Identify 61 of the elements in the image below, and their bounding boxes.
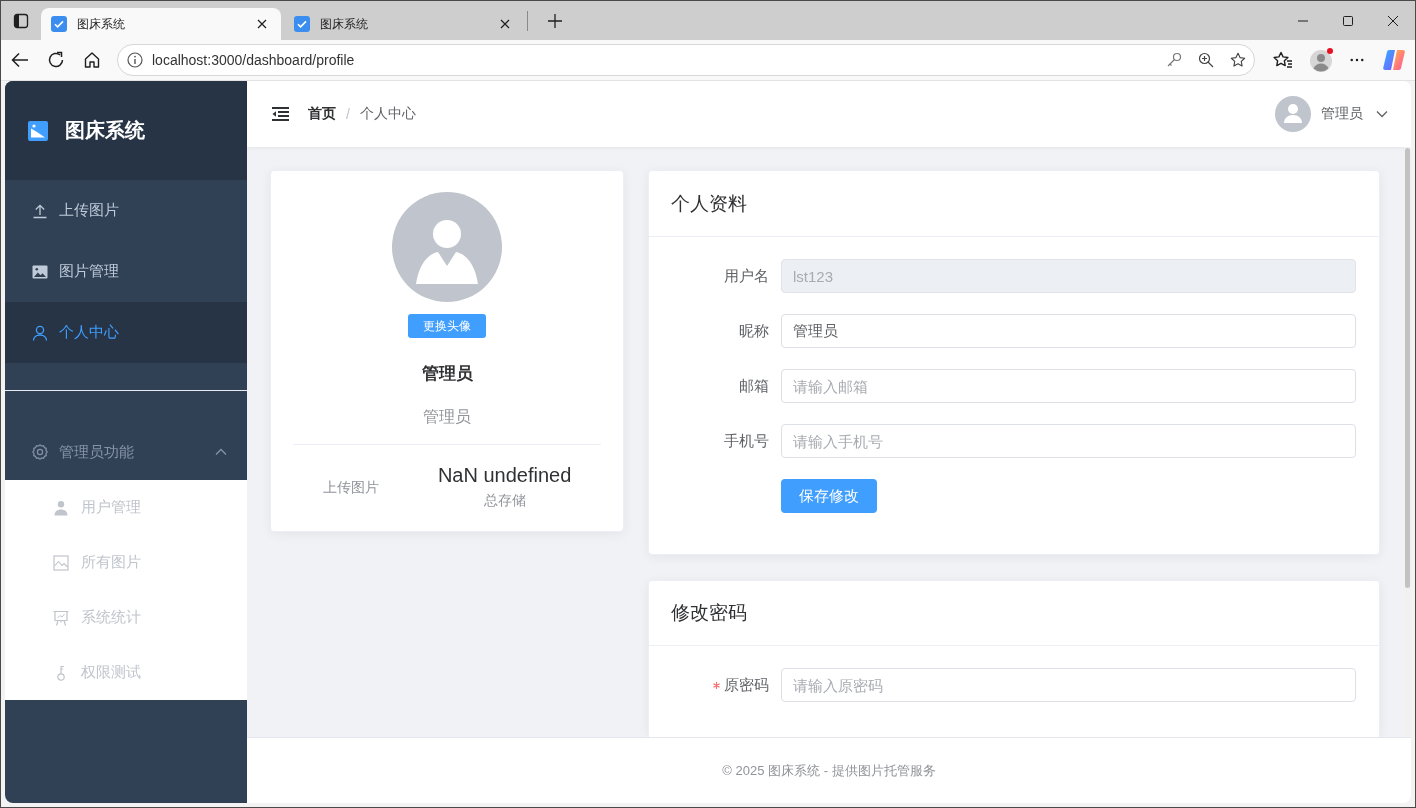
- avatar-icon: [392, 192, 502, 302]
- tick-favicon-icon: [294, 16, 310, 32]
- card-title: 个人资料: [671, 191, 747, 216]
- caret-down-icon: [1376, 110, 1388, 118]
- user-dropdown[interactable]: 管理员: [1321, 105, 1388, 123]
- picture-icon: [32, 263, 48, 280]
- menu-item[interactable]: 图片管理: [5, 241, 247, 302]
- close-icon[interactable]: [1387, 15, 1398, 26]
- close-icon[interactable]: [257, 19, 267, 29]
- favorites-icon[interactable]: [1273, 51, 1293, 69]
- stat-label: 上传图片: [322, 478, 379, 497]
- text-field[interactable]: 管理员: [781, 314, 1356, 348]
- key-icon[interactable]: [1166, 52, 1182, 68]
- app-title: 图床系统: [65, 118, 145, 143]
- zoom-in-icon[interactable]: [1198, 52, 1214, 68]
- field-label: 邮箱: [739, 376, 769, 396]
- home-icon[interactable]: [83, 51, 101, 69]
- submenu-title[interactable]: 管理员功能: [5, 424, 247, 480]
- chevron-icon: [215, 448, 227, 456]
- breadcrumb-link[interactable]: 首页: [308, 105, 336, 123]
- footer-text: © 2025 图床系统 - 提供图片托管服务: [722, 761, 936, 780]
- back-arrow-icon[interactable]: [11, 51, 29, 69]
- password-field[interactable]: 请输入原密码: [781, 668, 1356, 702]
- menu-item[interactable]: 上传图片: [5, 180, 247, 241]
- tab-actions-icon[interactable]: [13, 12, 29, 29]
- menu-item[interactable]: 个人中心: [5, 302, 247, 363]
- gear-icon: [32, 444, 48, 460]
- ribbon-logo-icon[interactable]: [1382, 49, 1406, 71]
- menu-fold-icon[interactable]: [272, 107, 289, 121]
- chart-board-icon: [53, 609, 69, 626]
- star-icon[interactable]: [1230, 52, 1246, 68]
- browser-tab[interactable]: 图床系统: [41, 8, 281, 40]
- user-icon: [32, 324, 48, 341]
- maximize-icon[interactable]: [1342, 15, 1353, 26]
- user-icon: [53, 499, 69, 516]
- scrollbar[interactable]: [1404, 147, 1411, 737]
- refresh-icon[interactable]: [47, 51, 65, 69]
- browser-tab[interactable]: 图床系统: [284, 8, 524, 40]
- user-name: 管理员: [421, 363, 473, 385]
- field-label: 手机号: [724, 431, 769, 451]
- address-bar[interactable]: localhost:3000/dashboard/profile: [117, 44, 1255, 76]
- more-icon[interactable]: [1350, 58, 1364, 62]
- picture-logo-icon: [28, 120, 48, 141]
- field-label: 昵称: [739, 321, 769, 341]
- tick-favicon-icon: [51, 16, 67, 32]
- plus-icon[interactable]: [548, 13, 562, 28]
- breadcrumb-separator: /: [346, 106, 350, 122]
- user-role: 管理员: [423, 407, 471, 427]
- info-icon[interactable]: [127, 52, 143, 68]
- close-icon[interactable]: [500, 19, 510, 29]
- stat-label: 总存储: [483, 491, 526, 510]
- breadcrumb-link[interactable]: 个人中心: [359, 105, 416, 123]
- upload-icon: [32, 202, 48, 219]
- text-field[interactable]: 请输入手机号: [781, 424, 1356, 458]
- card-title: 修改密码: [671, 601, 747, 625]
- stat-value: NaN undefined: [437, 463, 572, 488]
- field-label: 原密码: [724, 675, 769, 695]
- profile-icon[interactable]: [1309, 47, 1335, 73]
- text-field[interactable]: 请输入邮箱: [781, 369, 1356, 403]
- picture-icon: [53, 554, 69, 571]
- field-label: 用户名: [724, 266, 769, 286]
